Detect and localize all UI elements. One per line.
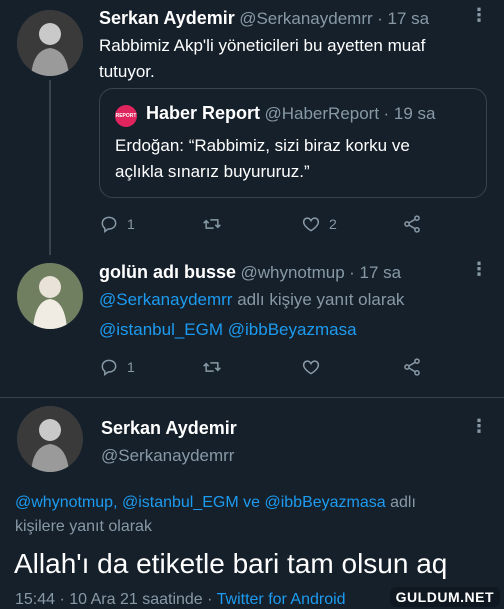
more-icon[interactable]: ⋮ bbox=[470, 6, 488, 24]
more-icon[interactable]: ⋮ bbox=[470, 260, 488, 278]
reply-context-text: adlı bbox=[385, 494, 416, 511]
avatar-photo bbox=[17, 10, 83, 76]
avatar-photo bbox=[17, 406, 83, 472]
author-name[interactable]: Serkan Aydemir bbox=[99, 8, 235, 28]
like-count: 2 bbox=[329, 216, 337, 232]
quoted-author-handle: @HaberReport bbox=[264, 104, 380, 123]
retweet-button[interactable] bbox=[202, 212, 222, 236]
share-button[interactable] bbox=[402, 355, 422, 379]
tweet-meta: 15:44 · 10 Ara 21 saatinde · Twitter for… bbox=[15, 591, 346, 609]
tweet-text: Rabbimiz Akp'li yöneticileri bu ayetten … bbox=[99, 33, 425, 85]
tweet-text: Allah'ı da etiketle bari tam olsun aq bbox=[14, 548, 448, 579]
quoted-author-name: Haber Report bbox=[146, 103, 261, 123]
tweet-text-line: Rabbimiz Akp'li yöneticileri bu ayetten … bbox=[99, 36, 426, 55]
share-icon bbox=[404, 358, 420, 376]
reply-count: 1 bbox=[127, 359, 135, 375]
avatar[interactable] bbox=[17, 406, 83, 472]
mention-link[interactable]: @Serkanaydemrr bbox=[99, 290, 232, 309]
like-icon bbox=[302, 217, 320, 232]
avatar[interactable] bbox=[17, 10, 83, 76]
thread-line bbox=[49, 80, 51, 255]
author-name[interactable]: golün adı busse bbox=[99, 262, 236, 282]
reply-button[interactable]: 1 bbox=[99, 355, 135, 379]
quoted-tweet-time: · 19 sa bbox=[383, 104, 436, 123]
tweet-header: Serkan Aydemir @Serkanaydemrr · 17 sa bbox=[99, 8, 429, 29]
tweet-timestamp[interactable]: 15:44 · 10 Ara 21 saatinde · bbox=[15, 591, 212, 608]
mention-link[interactable]: @ibbBeyazmasa bbox=[228, 320, 357, 339]
share-button[interactable] bbox=[402, 212, 422, 236]
tweet-actions: 1 2 bbox=[99, 212, 439, 236]
divider bbox=[0, 397, 504, 398]
reply-context: @whynotmup, @istanbul_EGM ve @ibbBeyazma… bbox=[15, 491, 416, 539]
author-handle[interactable]: @Serkanaydemrr bbox=[101, 446, 234, 466]
quoted-tweet-text: Erdoğan: “Rabbimiz, sizi biraz korku ve … bbox=[115, 133, 410, 185]
tweet-actions: 1 bbox=[99, 355, 439, 379]
author-handle[interactable]: @whynotmup bbox=[240, 263, 344, 282]
avatar-photo bbox=[17, 263, 83, 329]
share-icon bbox=[404, 215, 420, 233]
quoted-tweet[interactable]: REPORT Haber Report @HaberReport · 19 sa… bbox=[99, 88, 487, 198]
like-icon bbox=[302, 360, 320, 375]
haber-report-logo: REPORT bbox=[115, 105, 137, 127]
tweet-text-line: tutuyor. bbox=[99, 62, 155, 81]
more-icon[interactable]: ⋮ bbox=[470, 417, 488, 435]
retweet-icon bbox=[203, 362, 221, 372]
tweet-time[interactable]: · 17 sa bbox=[377, 9, 429, 28]
retweet-icon bbox=[203, 219, 221, 229]
watermark: GULDUM.NET bbox=[389, 587, 500, 607]
reply-context: @Serkanaydemrr adlı kişiye yanıt olarak … bbox=[99, 287, 404, 343]
tweet-time[interactable]: · 17 sa bbox=[349, 263, 401, 282]
tweet-source[interactable]: Twitter for Android bbox=[217, 591, 346, 608]
author-handle[interactable]: @Serkanaydemrr bbox=[239, 9, 372, 28]
reply-icon bbox=[101, 359, 117, 376]
reply-context-text: adlı kişiye yanıt olarak bbox=[232, 290, 405, 309]
quoted-tweet-header: Haber Report @HaberReport · 19 sa bbox=[146, 103, 436, 124]
reply-button[interactable]: 1 bbox=[99, 212, 135, 236]
reply-icon bbox=[101, 216, 117, 233]
quoted-text-line: Erdoğan: “Rabbimiz, sizi biraz korku ve bbox=[115, 136, 410, 155]
retweet-button[interactable] bbox=[202, 355, 222, 379]
reply-context-text: kişilere yanıt olarak bbox=[15, 518, 152, 535]
reply-count: 1 bbox=[127, 216, 135, 232]
author-name[interactable]: Serkan Aydemir bbox=[101, 418, 237, 439]
like-button[interactable] bbox=[301, 355, 321, 379]
quoted-text-line: açlıkla sınarız buyururuz.” bbox=[115, 162, 310, 181]
like-button[interactable]: 2 bbox=[301, 212, 337, 236]
mention-link[interactable]: @whynotmup, @istanbul_EGM ve @ibbBeyazma… bbox=[15, 494, 386, 511]
mention-link[interactable]: @istanbul_EGM bbox=[99, 320, 223, 339]
tweet-header: golün adı busse @whynotmup · 17 sa bbox=[99, 262, 401, 283]
avatar[interactable] bbox=[17, 263, 83, 329]
